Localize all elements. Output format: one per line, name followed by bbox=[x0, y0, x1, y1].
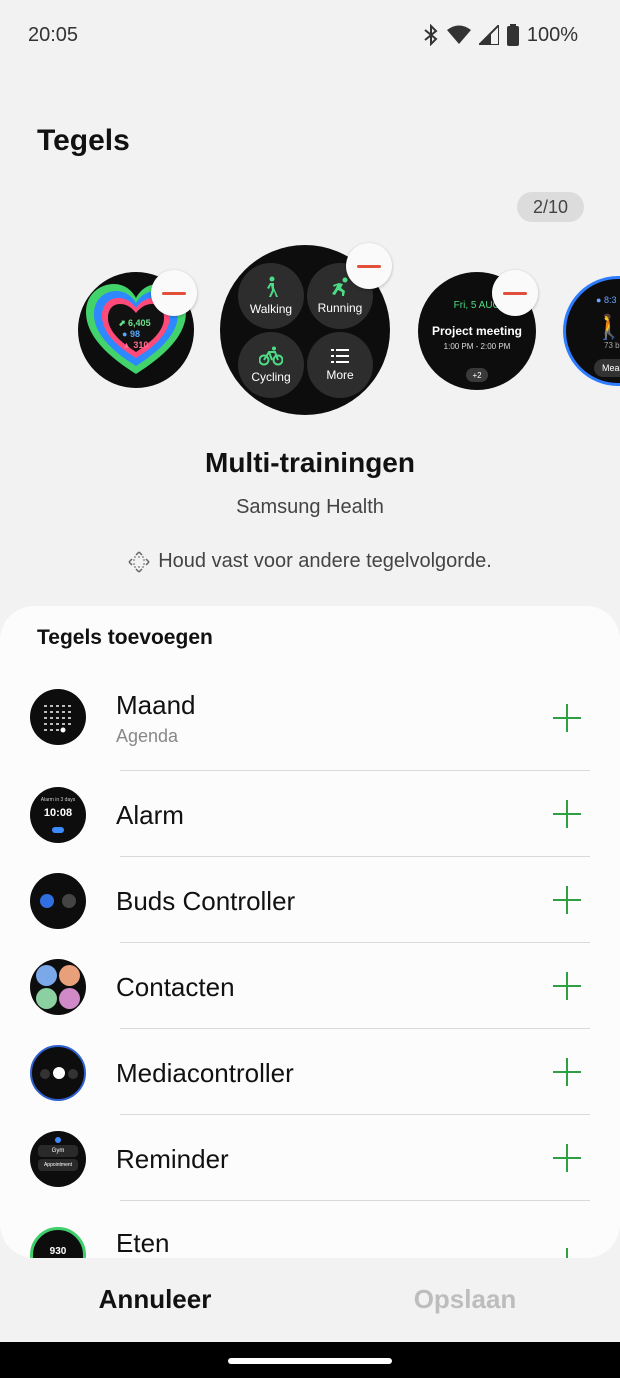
home-gesture-handle[interactable] bbox=[228, 1358, 392, 1364]
tile-heart-rate[interactable]: ● 8:3 🚶97 73 b Meas bbox=[563, 276, 620, 386]
selected-tile-subtitle: Samsung Health bbox=[236, 496, 384, 518]
divider bbox=[120, 770, 590, 771]
mt-cycling[interactable]: Cycling bbox=[238, 332, 304, 398]
add-tile-button[interactable] bbox=[547, 880, 587, 920]
list-item-contacten[interactable]: Contacten bbox=[0, 944, 620, 1030]
calendar-more-badge: +2 bbox=[466, 368, 488, 382]
list-item-label: Contacten bbox=[116, 972, 235, 1002]
activity-calories: ▲ 310 bbox=[122, 340, 149, 350]
calendar-event-title: Project meeting bbox=[431, 324, 523, 338]
tile-counter-badge: 2/10 bbox=[517, 192, 584, 222]
divider bbox=[120, 1200, 590, 1201]
cycling-icon bbox=[259, 346, 283, 366]
walking-icon bbox=[267, 276, 278, 297]
status-icons: 100% bbox=[423, 24, 578, 47]
status-bar: 20:05 100% bbox=[0, 0, 620, 70]
hr-value: 🚶97 bbox=[594, 313, 620, 342]
list-item-label: Alarm bbox=[116, 800, 184, 830]
add-tile-button[interactable] bbox=[547, 698, 587, 738]
sheet-title: Tegels toevoegen bbox=[37, 626, 213, 649]
list-item-label: Eten bbox=[116, 1228, 170, 1258]
reminder-icon: Gym Appointment bbox=[30, 1131, 86, 1187]
wifi-icon bbox=[446, 25, 471, 44]
page-title: Tegels bbox=[37, 124, 130, 157]
list-item-alarm[interactable]: Alarm in 3 days 10:08 Alarm bbox=[0, 772, 620, 858]
add-tile-button[interactable] bbox=[547, 966, 587, 1006]
list-item-label: Reminder bbox=[116, 1144, 229, 1174]
list-item-label: Buds Controller bbox=[116, 886, 296, 916]
list-item-reminder[interactable]: Gym Appointment Reminder bbox=[0, 1116, 620, 1202]
list-icon bbox=[331, 349, 349, 363]
battery-percent: 100% bbox=[526, 23, 578, 46]
list-item-maand[interactable]: Maand Agenda bbox=[0, 676, 620, 762]
hr-time: ● 8:3 bbox=[596, 295, 617, 305]
remove-tile-activity-button[interactable] bbox=[151, 270, 197, 316]
bottom-action-bar: Annuleer Opslaan bbox=[0, 1258, 620, 1342]
remove-tile-calendar-button[interactable] bbox=[492, 270, 538, 316]
drag-reorder-icon bbox=[128, 550, 150, 573]
add-tile-button[interactable] bbox=[547, 1138, 587, 1178]
minus-icon bbox=[357, 264, 381, 268]
list-item-sublabel: Agenda bbox=[116, 726, 179, 746]
buds-icon bbox=[30, 873, 86, 929]
divider bbox=[120, 1114, 590, 1115]
cancel-button[interactable]: Annuleer bbox=[80, 1284, 230, 1315]
divider bbox=[120, 942, 590, 943]
hr-unit: 73 b bbox=[604, 341, 620, 350]
minus-icon bbox=[162, 291, 186, 295]
system-nav-bar bbox=[0, 1342, 620, 1378]
running-icon bbox=[332, 277, 348, 296]
mt-more[interactable]: More bbox=[307, 332, 373, 398]
remove-tile-multi-workout-button[interactable] bbox=[346, 243, 392, 289]
food-icon: 930 bbox=[30, 1227, 86, 1258]
signal-icon bbox=[478, 25, 499, 45]
tile-carousel[interactable]: ⬈ 6,405 ● 98 ▲ 310 Walking Running Cycli… bbox=[0, 240, 620, 430]
calendar-event-time: 1:00 PM - 2:00 PM bbox=[443, 342, 511, 351]
mt-walking[interactable]: Walking bbox=[238, 263, 304, 329]
contacts-icon bbox=[30, 959, 86, 1015]
minus-icon bbox=[503, 291, 527, 295]
alarm-icon: Alarm in 3 days 10:08 bbox=[30, 787, 86, 843]
activity-minutes: ● 98 bbox=[122, 329, 140, 339]
media-icon bbox=[30, 1045, 86, 1101]
list-item-mediacontroller[interactable]: Mediacontroller bbox=[0, 1030, 620, 1116]
divider bbox=[120, 1028, 590, 1029]
status-time: 20:05 bbox=[28, 23, 79, 46]
hr-measure-button[interactable]: Meas bbox=[594, 359, 620, 377]
list-item-label: Maand bbox=[116, 690, 196, 720]
reorder-hint: Houd vast voor andere tegelvolgorde. bbox=[0, 550, 620, 573]
list-item-eten[interactable]: 930 Eten bbox=[0, 1202, 620, 1258]
divider bbox=[120, 856, 590, 857]
add-tiles-sheet[interactable]: Tegels toevoegen Maand Agenda Alarm in 3… bbox=[0, 606, 620, 1258]
save-button[interactable]: Opslaan bbox=[390, 1284, 540, 1315]
reorder-hint-text: Houd vast voor andere tegelvolgorde. bbox=[158, 550, 492, 572]
activity-steps: ⬈ 6,405 bbox=[118, 318, 151, 328]
bluetooth-icon bbox=[424, 24, 438, 46]
add-tile-button[interactable] bbox=[547, 1242, 587, 1258]
add-tile-button[interactable] bbox=[547, 1052, 587, 1092]
list-item-label: Mediacontroller bbox=[116, 1058, 294, 1088]
add-tile-button[interactable] bbox=[547, 794, 587, 834]
calendar-month-icon bbox=[30, 689, 86, 745]
battery-icon bbox=[506, 24, 519, 46]
list-item-buds-controller[interactable]: Buds Controller bbox=[0, 858, 620, 944]
selected-tile-title: Multi-trainingen bbox=[205, 447, 415, 478]
